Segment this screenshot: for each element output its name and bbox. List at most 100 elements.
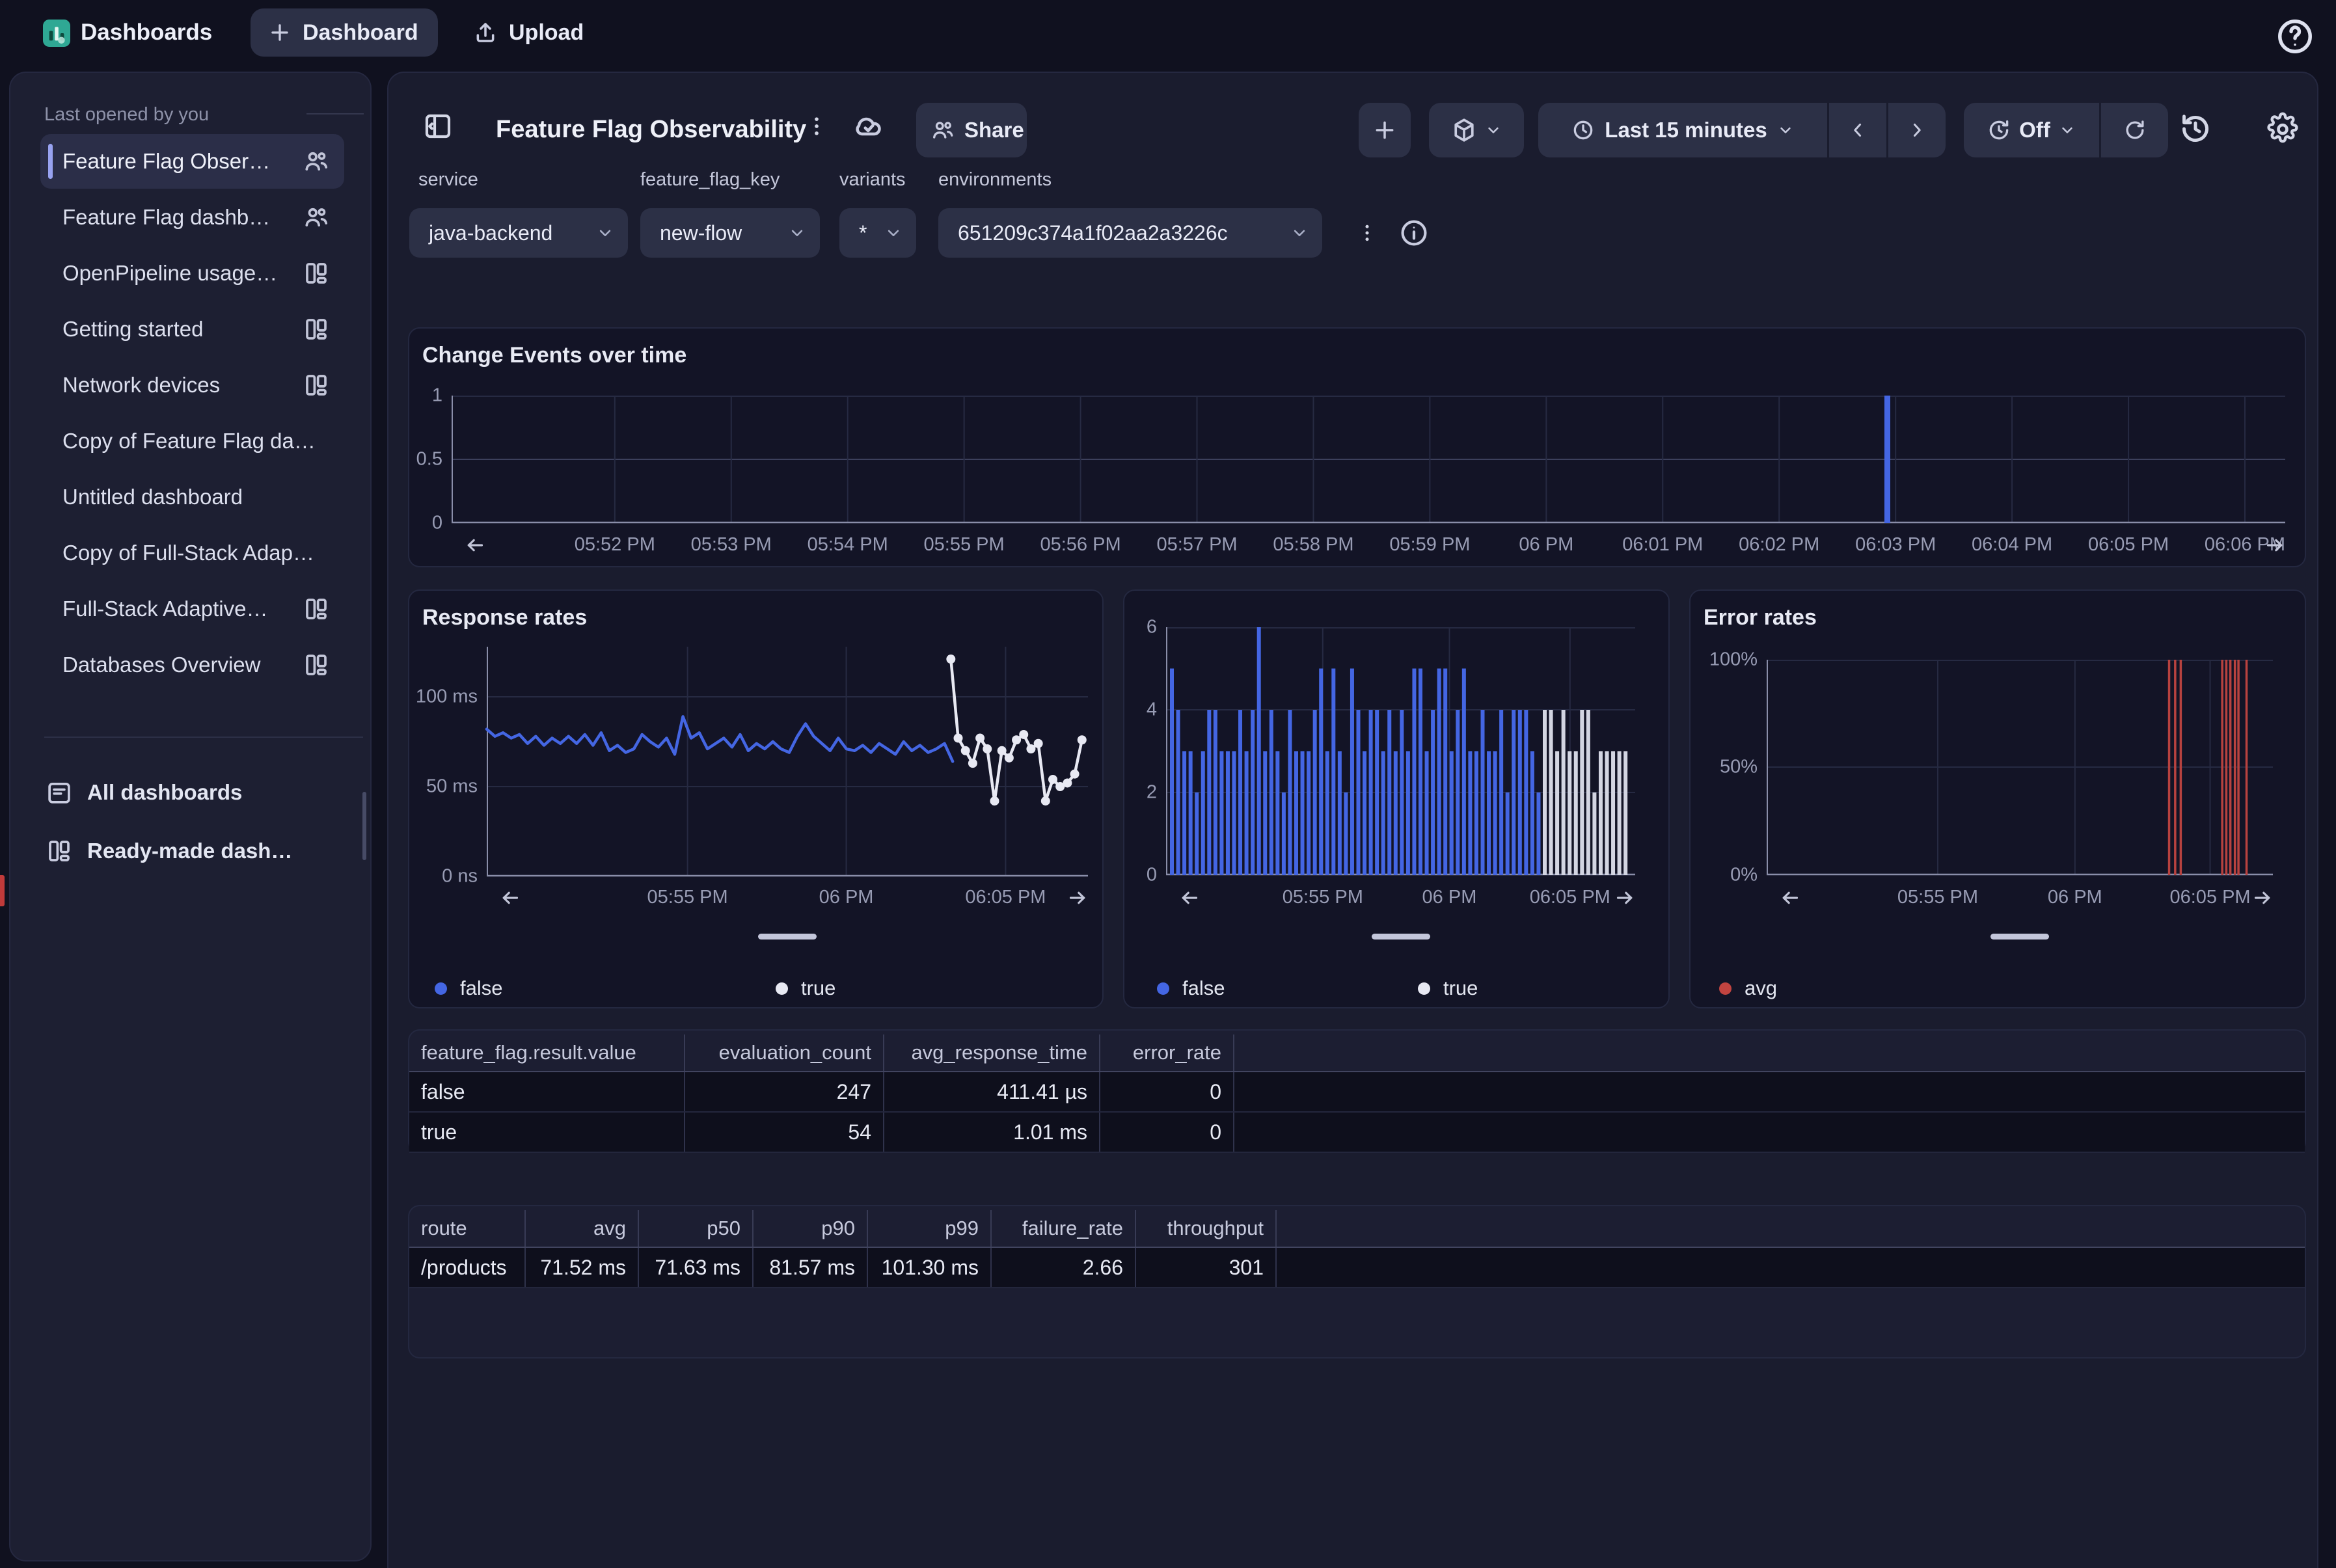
feature-flag-results-table[interactable]: feature_flag.result.valueevaluation_coun…	[408, 1029, 2306, 1153]
brand-title: Dashboards	[81, 20, 212, 46]
arrow-right-icon[interactable]	[2251, 886, 2274, 910]
change-events-chart-panel[interactable]: Change Events over time 10.5005:52 PM05:…	[408, 327, 2306, 567]
new-dashboard-button[interactable]: Dashboard	[251, 8, 438, 57]
filter-dropdown-variants[interactable]: *	[839, 208, 916, 258]
sidebar-item[interactable]: Full-Stack Adaptive…	[40, 582, 344, 636]
page-title: Feature Flag Observability	[496, 116, 806, 144]
sidebar-item[interactable]: Network devices	[40, 358, 344, 412]
legend-item-true[interactable]: true	[1418, 977, 1478, 1000]
column-header-failure_rate[interactable]: failure_rate	[992, 1210, 1136, 1247]
column-header-p50[interactable]: p50	[639, 1210, 754, 1247]
sidebar-item[interactable]: Untitled dashboard	[40, 470, 344, 524]
column-header-error_rate[interactable]: error_rate	[1100, 1034, 1234, 1071]
filter-dropdown-service[interactable]: java-backend	[409, 208, 628, 258]
table-cell: 101.30 ms	[868, 1248, 992, 1287]
arrow-left-icon[interactable]	[463, 534, 487, 557]
arrow-left-icon[interactable]	[1178, 886, 1201, 910]
legend-label: false	[460, 977, 502, 1000]
clock-icon	[1571, 118, 1596, 142]
visualization-dropdown[interactable]	[1429, 103, 1524, 157]
y-axis-label: 100%	[1679, 649, 1758, 671]
sidebar-item[interactable]: OpenPipeline usage…	[40, 246, 344, 301]
column-header-p90[interactable]: p90	[754, 1210, 868, 1247]
filter-value: 651209c374a1f02aa2a3226c	[958, 221, 1228, 245]
cloud-sync-icon[interactable]	[852, 109, 886, 143]
table-row[interactable]: /products71.52 ms71.63 ms81.57 ms101.30 …	[409, 1248, 2305, 1288]
column-header-throughput[interactable]: throughput	[1136, 1210, 1277, 1247]
legend-dot	[776, 982, 788, 995]
chevron-down-icon	[787, 223, 807, 243]
column-header-feature_flag.result.value[interactable]: feature_flag.result.value	[409, 1034, 685, 1071]
error-rates-chart-panel[interactable]: Error rates 100%50%0%05:55 PM06 PM06:05 …	[1689, 589, 2306, 1008]
filter-dropdown-feature_flag_key[interactable]: new-flow	[640, 208, 820, 258]
add-panel-button[interactable]	[1359, 103, 1411, 157]
response-rates-chart-panel[interactable]: Response rates 100 ms50 ms0 ns05:55 PM06…	[408, 589, 1104, 1008]
y-axis-label: 0 ns	[400, 866, 478, 887]
info-icon[interactable]	[1398, 217, 1430, 249]
table-cell: 81.57 ms	[754, 1248, 868, 1287]
legend-item-true[interactable]: true	[776, 977, 835, 1000]
filter-value: java-backend	[429, 221, 552, 245]
collapse-sidebar-icon[interactable]	[422, 111, 454, 142]
auto-refresh-dropdown[interactable]: Off	[1964, 103, 2099, 157]
sidebar-item[interactable]: Feature Flag dashb…	[40, 190, 344, 245]
zoom-range-handle[interactable]	[1990, 934, 2049, 939]
filters-menu-icon[interactable]	[1355, 217, 1379, 249]
sidebar-item-label: Feature Flag Obser…	[62, 149, 270, 174]
legend-item-false[interactable]: false	[435, 977, 502, 1000]
share-button[interactable]: Share	[916, 103, 1027, 157]
sidebar-item-label: Databases Overview	[62, 653, 260, 677]
column-header-route[interactable]: route	[409, 1210, 526, 1247]
column-header-evaluation_count[interactable]: evaluation_count	[685, 1034, 884, 1071]
sidebar-footer-item[interactable]: Ready-made dash…	[40, 824, 344, 878]
table-row[interactable]: false247411.41 µs0	[409, 1072, 2305, 1113]
sidebar-item[interactable]: Feature Flag Obser…	[40, 134, 344, 189]
filter-label: variants	[839, 169, 906, 191]
arrow-left-icon[interactable]	[498, 886, 522, 910]
arrow-left-icon[interactable]	[1778, 886, 1802, 910]
sidebar-item[interactable]: Databases Overview	[40, 638, 344, 692]
legend-item-false[interactable]: false	[1157, 977, 1225, 1000]
legend-item-avg[interactable]: avg	[1719, 977, 1777, 1000]
gear-icon[interactable]	[2266, 112, 2300, 146]
sidebar-footer-label: All dashboards	[87, 780, 242, 805]
arrow-right-icon[interactable]	[1613, 886, 1637, 910]
dashboard-menu-icon[interactable]	[804, 111, 830, 142]
table-cell-filler	[1234, 1072, 2305, 1111]
table-cell: false	[409, 1072, 685, 1111]
plus-icon	[267, 20, 292, 45]
evaluations-chart-panel[interactable]: 642005:55 PM06 PM06:05 PMfalsetrue	[1123, 589, 1670, 1008]
zoom-range-handle[interactable]	[1372, 934, 1430, 939]
share-label: Share	[964, 118, 1024, 142]
help-icon[interactable]	[2275, 16, 2315, 57]
sidebar-item[interactable]: Copy of Full-Stack Adap…	[40, 526, 344, 580]
column-header-avg[interactable]: avg	[526, 1210, 639, 1247]
sidebar-item[interactable]: Copy of Feature Flag da…	[40, 414, 344, 468]
sidebar-footer-item[interactable]: All dashboards	[40, 765, 344, 820]
sidebar-section-divider	[306, 113, 364, 115]
zoom-range-handle[interactable]	[758, 934, 817, 939]
y-axis-label: 50 ms	[400, 776, 478, 798]
time-forward-button[interactable]	[1888, 103, 1946, 157]
history-icon[interactable]	[2177, 111, 2214, 147]
routes-table[interactable]: routeavgp50p90p99failure_ratethroughput/…	[408, 1205, 2306, 1358]
sidebar-scrollbar-thumb[interactable]	[362, 792, 366, 860]
table-row[interactable]: true541.01 ms0	[409, 1113, 2305, 1153]
filter-dropdown-environments[interactable]: 651209c374a1f02aa2a3226c	[938, 208, 1322, 258]
column-header-p99[interactable]: p99	[868, 1210, 992, 1247]
legend-label: true	[1443, 977, 1478, 1000]
arrow-right-icon[interactable]	[2263, 534, 2287, 557]
sidebar-section-label: Last opened by you	[44, 104, 209, 126]
refresh-clock-icon	[1987, 118, 2011, 142]
column-header-avg_response_time[interactable]: avg_response_time	[884, 1034, 1100, 1071]
table-cell-filler	[1277, 1248, 2305, 1287]
legend-label: false	[1182, 977, 1225, 1000]
arrow-right-icon[interactable]	[1066, 886, 1089, 910]
time-back-button[interactable]	[1829, 103, 1886, 157]
chevron-right-icon	[1906, 119, 1928, 141]
time-range-dropdown[interactable]: Last 15 minutes	[1538, 103, 1827, 157]
table-cell: 0	[1100, 1113, 1234, 1152]
refresh-now-button[interactable]	[2101, 103, 2168, 157]
upload-button[interactable]: Upload	[459, 8, 597, 57]
sidebar-item[interactable]: Getting started	[40, 302, 344, 357]
